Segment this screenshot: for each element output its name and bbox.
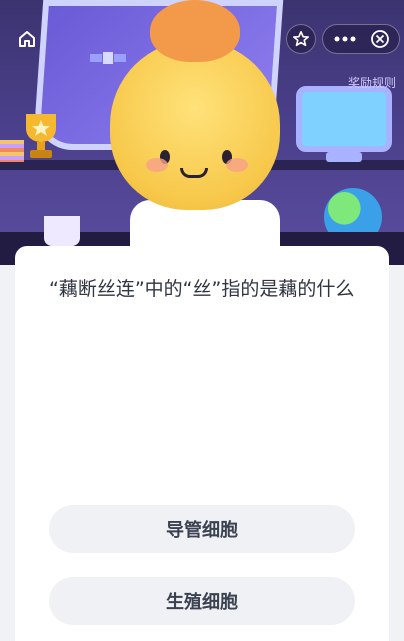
option-button-1[interactable]: 导管细胞 <box>49 505 355 553</box>
star-icon[interactable] <box>286 24 316 54</box>
question-text: “藕断丝连”中的“丝”指的是藕的什么 <box>49 278 355 300</box>
satellite-icon <box>90 52 126 64</box>
reward-rules-link[interactable]: 奖励规则 <box>348 74 396 91</box>
close-icon[interactable] <box>365 25 395 53</box>
monitor-stand <box>326 152 362 162</box>
mini-program-capsule <box>322 24 400 54</box>
mascot-cheek-left <box>146 158 168 172</box>
home-icon[interactable] <box>14 26 40 52</box>
cup-illustration <box>44 216 80 246</box>
mascot-leaf <box>150 0 240 62</box>
trophy-icon <box>26 114 56 158</box>
mascot-head <box>110 40 280 210</box>
monitor-illustration <box>296 86 392 152</box>
more-icon[interactable] <box>329 25 361 53</box>
mascot-cheek-right <box>226 158 248 172</box>
question-card: “藕断丝连”中的“丝”指的是藕的什么 导管细胞 生殖细胞 <box>15 246 389 641</box>
option-button-2[interactable]: 生殖细胞 <box>49 577 355 625</box>
